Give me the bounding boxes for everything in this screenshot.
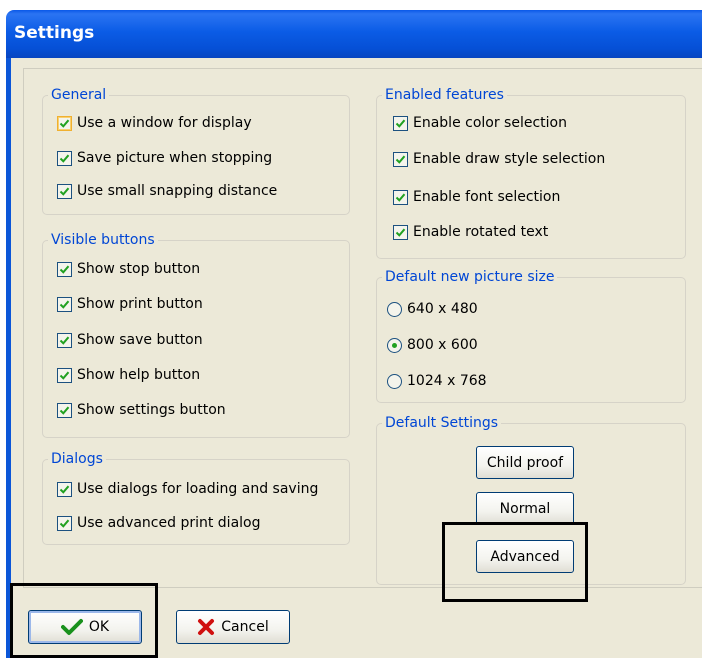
normal-button-label: Normal [499, 500, 551, 517]
group-dialogs: Dialogs Use dialogs for loading and savi… [42, 450, 350, 545]
checkbox-box[interactable] [57, 150, 72, 166]
checkbox-box[interactable] [57, 332, 72, 348]
checkbox-label: Enable color selection [413, 115, 567, 131]
checkbox-enable-color-selection[interactable]: Enable color selection [393, 112, 567, 134]
checkbox-show-print-button[interactable]: Show print button [57, 293, 203, 315]
checkbox-label: Show help button [77, 367, 201, 383]
radio-circle[interactable] [387, 337, 402, 353]
title-bar[interactable]: Settings [6, 10, 702, 58]
checkbox-box[interactable] [393, 151, 408, 167]
checkbox-label: Use dialogs for loading and saving [77, 481, 319, 497]
checkbox-show-save-button[interactable]: Show save button [57, 329, 203, 351]
radio-selected-dot [392, 342, 397, 348]
radio-1024x768[interactable]: 1024 x 768 [387, 370, 487, 392]
group-default-settings-legend: Default Settings [382, 414, 502, 432]
child-proof-button-label: Child proof [486, 454, 564, 471]
group-general: General Use a window for display Save pi… [42, 86, 350, 215]
checkbox-enable-font-selection[interactable]: Enable font selection [393, 186, 560, 208]
window-title: Settings [14, 23, 95, 43]
child-proof-button[interactable]: Child proof [476, 446, 574, 479]
cross-icon [197, 618, 215, 636]
checkbox-box[interactable] [393, 189, 408, 205]
group-visible-buttons: Visible buttons Show stop button Show pr… [42, 231, 350, 438]
checkbox-box[interactable] [57, 402, 72, 418]
checkbox-label: Enable draw style selection [413, 151, 606, 167]
checkbox-label: Use a window for display [77, 115, 252, 131]
radio-circle[interactable] [387, 373, 402, 389]
checkbox-label: Enable rotated text [413, 224, 549, 240]
radio-label: 640 x 480 [407, 301, 478, 317]
radio-label: 1024 x 768 [407, 373, 487, 389]
checkbox-enable-rotated-text[interactable]: Enable rotated text [393, 221, 548, 243]
checkbox-label: Show print button [77, 296, 203, 312]
checkbox-label: Show stop button [77, 261, 201, 277]
checkbox-label: Use small snapping distance [77, 183, 278, 199]
group-visible-buttons-legend: Visible buttons [48, 231, 158, 249]
checkbox-label: Show save button [77, 332, 203, 348]
checkbox-show-settings-button[interactable]: Show settings button [57, 399, 226, 421]
checkbox-box[interactable] [57, 183, 72, 199]
checkbox-save-picture-when-stopping[interactable]: Save picture when stopping [57, 147, 272, 169]
checkbox-box[interactable] [57, 296, 72, 312]
highlight-box-ok [10, 583, 158, 658]
group-general-legend: General [48, 86, 110, 104]
checkbox-label: Save picture when stopping [77, 150, 273, 166]
group-enabled-features-legend: Enabled features [382, 86, 507, 104]
checkbox-box[interactable] [393, 115, 408, 131]
checkbox-use-window-for-display[interactable]: Use a window for display [57, 112, 252, 134]
radio-800x600[interactable]: 800 x 600 [387, 334, 478, 356]
checkbox-box[interactable] [57, 115, 72, 131]
radio-circle[interactable] [387, 301, 402, 317]
group-picture-size-legend: Default new picture size [382, 268, 558, 286]
radio-label: 800 x 600 [407, 337, 478, 353]
cancel-button-label: Cancel [221, 619, 269, 635]
checkbox-show-help-button[interactable]: Show help button [57, 364, 200, 386]
cancel-button[interactable]: Cancel [176, 610, 290, 644]
checkbox-label: Use advanced print dialog [77, 515, 261, 531]
highlight-box-advanced [442, 522, 588, 602]
checkbox-box[interactable] [57, 515, 72, 531]
group-enabled-features: Enabled features Enable color selection … [376, 86, 686, 259]
checkbox-box[interactable] [57, 261, 72, 277]
group-dialogs-legend: Dialogs [48, 450, 106, 468]
checkbox-box[interactable] [393, 224, 408, 240]
checkbox-enable-draw-style-selection[interactable]: Enable draw style selection [393, 148, 605, 170]
checkbox-box[interactable] [57, 367, 72, 383]
checkbox-use-advanced-print-dialog[interactable]: Use advanced print dialog [57, 512, 261, 534]
checkbox-use-dialogs-for-loading-and-saving[interactable]: Use dialogs for loading and saving [57, 478, 318, 500]
checkbox-box[interactable] [57, 481, 72, 497]
settings-panel: General Use a window for display Save pi… [23, 68, 702, 588]
checkbox-show-stop-button[interactable]: Show stop button [57, 258, 200, 280]
group-default-picture-size: Default new picture size 640 x 480 800 x… [376, 268, 686, 403]
checkbox-label: Enable font selection [413, 189, 561, 205]
normal-button[interactable]: Normal [476, 492, 574, 525]
checkbox-label: Show settings button [77, 402, 226, 418]
checkbox-use-small-snapping-distance[interactable]: Use small snapping distance [57, 180, 277, 202]
radio-640x480[interactable]: 640 x 480 [387, 298, 478, 320]
